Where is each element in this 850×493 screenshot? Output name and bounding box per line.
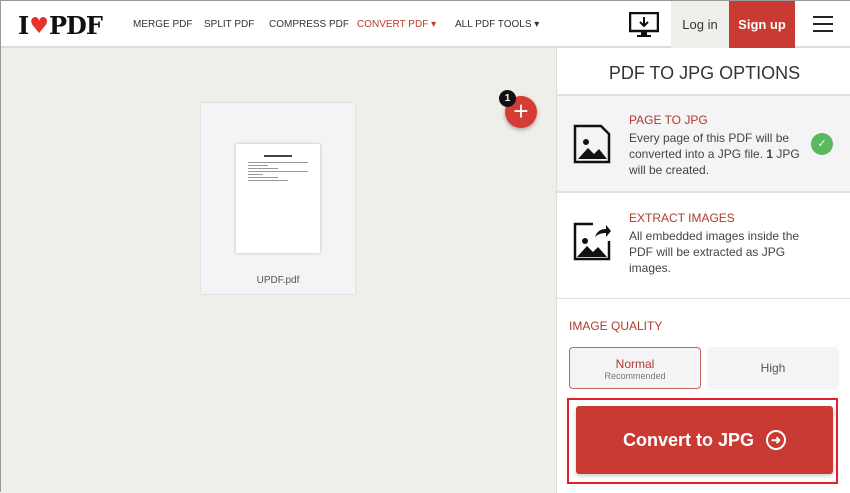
extract-image-icon bbox=[573, 222, 611, 261]
quality-high-button[interactable]: High bbox=[707, 347, 839, 389]
options-panel: PDF TO JPG OPTIONS PAGE TO JPG Every pag… bbox=[556, 48, 850, 493]
convert-to-jpg-button[interactable]: Convert to JPG ➜ bbox=[576, 406, 833, 474]
option-description: All embedded images inside the PDF will … bbox=[629, 229, 800, 275]
nav-split-pdf[interactable]: SPLIT PDF bbox=[204, 19, 254, 30]
nav-compress-pdf[interactable]: COMPRESS PDF bbox=[269, 19, 349, 30]
page-image-icon bbox=[573, 124, 611, 164]
file-count-badge: 1 bbox=[499, 90, 516, 107]
option-title: PAGE TO JPG bbox=[629, 113, 708, 127]
quality-normal-button[interactable]: Normal Recommended bbox=[569, 347, 701, 389]
image-quality-label: IMAGE QUALITY bbox=[569, 319, 663, 333]
top-nav: I ♥ PDF MERGE PDF SPLIT PDF COMPRESS PDF C… bbox=[1, 1, 850, 48]
desktop-download-icon[interactable] bbox=[629, 12, 659, 38]
nav-convert-pdf[interactable]: CONVERT PDF ▾ bbox=[357, 19, 436, 30]
panel-title: PDF TO JPG OPTIONS bbox=[608, 63, 801, 83]
signup-button[interactable]: Sign up bbox=[729, 1, 795, 48]
option-extract-images[interactable]: EXTRACT IMAGES All embedded images insid… bbox=[557, 191, 850, 299]
selected-check-icon: ✓ bbox=[811, 133, 833, 155]
nav-merge-pdf[interactable]: MERGE PDF bbox=[133, 19, 192, 30]
nav-all-pdf-tools[interactable]: ALL PDF TOOLS ▾ bbox=[455, 19, 539, 30]
file-name: UPDF.pdf bbox=[256, 275, 300, 286]
file-card[interactable]: UPDF.pdf bbox=[201, 103, 355, 294]
ilovepdf-logo[interactable]: I ♥ PDF bbox=[18, 11, 103, 40]
hamburger-menu-icon[interactable] bbox=[813, 16, 833, 32]
login-button[interactable]: Log in bbox=[671, 1, 729, 48]
option-page-to-jpg[interactable]: PAGE TO JPG Every page of this PDF will … bbox=[557, 94, 850, 191]
arrow-right-icon: ➜ bbox=[766, 430, 787, 450]
option-title: EXTRACT IMAGES bbox=[629, 211, 735, 225]
pdf-page-thumbnail bbox=[236, 144, 320, 253]
option-description: Every page of this PDF will be converted… bbox=[629, 131, 800, 177]
